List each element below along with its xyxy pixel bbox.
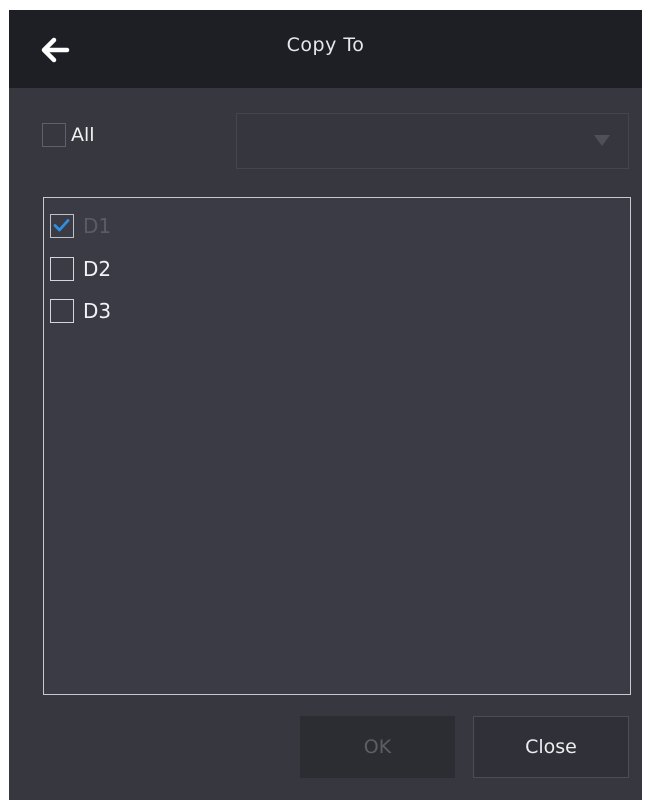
checkmark-icon [53,219,70,232]
dialog-header: Copy To [9,10,642,88]
dialog-title: Copy To [286,34,365,56]
list-item-d2[interactable]: D2 [50,255,250,283]
select-all-label: All [71,124,95,146]
d1-label: D1 [83,214,112,238]
d3-checkbox[interactable] [50,299,74,323]
d3-label: D3 [83,299,112,323]
ok-button[interactable]: OK [300,716,455,778]
list-item-d3[interactable]: D3 [50,297,250,325]
target-dropdown[interactable] [236,113,629,169]
list-item-d1[interactable]: D1 [50,212,250,240]
device-list: D1 D2 D3 [43,197,631,695]
select-all-checkbox[interactable] [42,123,66,147]
d2-label: D2 [83,257,112,281]
close-button[interactable]: Close [473,716,629,778]
copy-to-dialog: Copy To All D1 D2 D3 OK Close [9,10,642,800]
d2-checkbox[interactable] [50,257,74,281]
d1-checkbox[interactable] [50,214,74,238]
triangle-down-icon [594,135,610,146]
